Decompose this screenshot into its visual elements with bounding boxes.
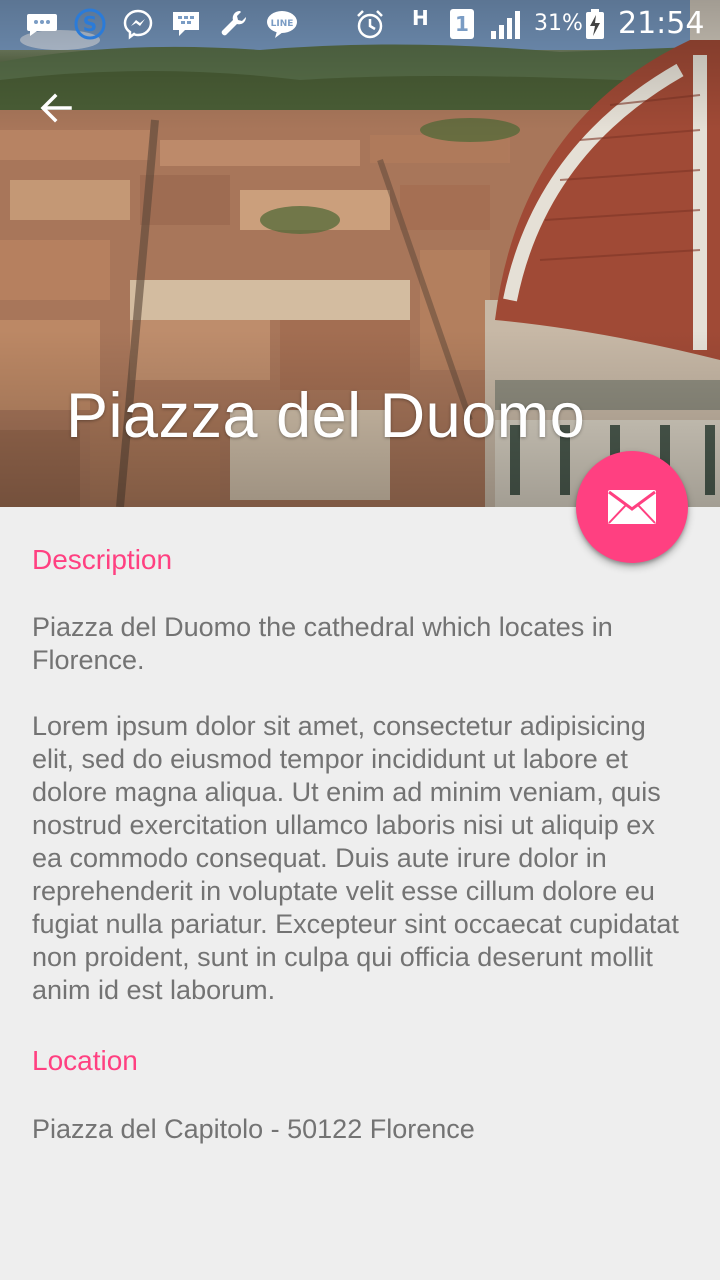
skype-icon: S [72, 6, 108, 42]
status-bar: S LINE H 1 31% 21:54 [0, 0, 720, 48]
line-icon: LINE [264, 6, 300, 42]
svg-text:S: S [83, 12, 97, 36]
messenger-icon [120, 6, 156, 42]
page-title: Piazza del Duomo [66, 381, 586, 451]
network-type: H [412, 6, 429, 30]
bbm-icon [168, 6, 204, 42]
back-button[interactable] [32, 84, 80, 132]
description-summary: Piazza del Duomo the cathedral which loc… [32, 612, 613, 675]
svg-text:LINE: LINE [271, 19, 294, 29]
arrow-back-icon [40, 93, 72, 123]
location-heading: Location [32, 1045, 138, 1076]
signal-icon [488, 6, 524, 42]
alarm-icon [352, 6, 388, 42]
clock: 21:54 [618, 6, 705, 41]
sim-slot-number: 1 [450, 9, 474, 39]
description-body: Lorem ipsum dolor sit amet, consectetur … [32, 711, 679, 1005]
location-address: Piazza del Capitolo - 50122 Florence [32, 1114, 475, 1144]
wrench-icon [216, 6, 252, 42]
sim-icon: 1 [448, 6, 476, 42]
battery-percentage: 31% [534, 11, 583, 36]
battery-charging-icon [584, 6, 606, 42]
message-icon [24, 6, 60, 42]
detail-content: Description Piazza del Duomo the cathedr… [32, 507, 692, 1146]
description-heading: Description [32, 544, 173, 575]
